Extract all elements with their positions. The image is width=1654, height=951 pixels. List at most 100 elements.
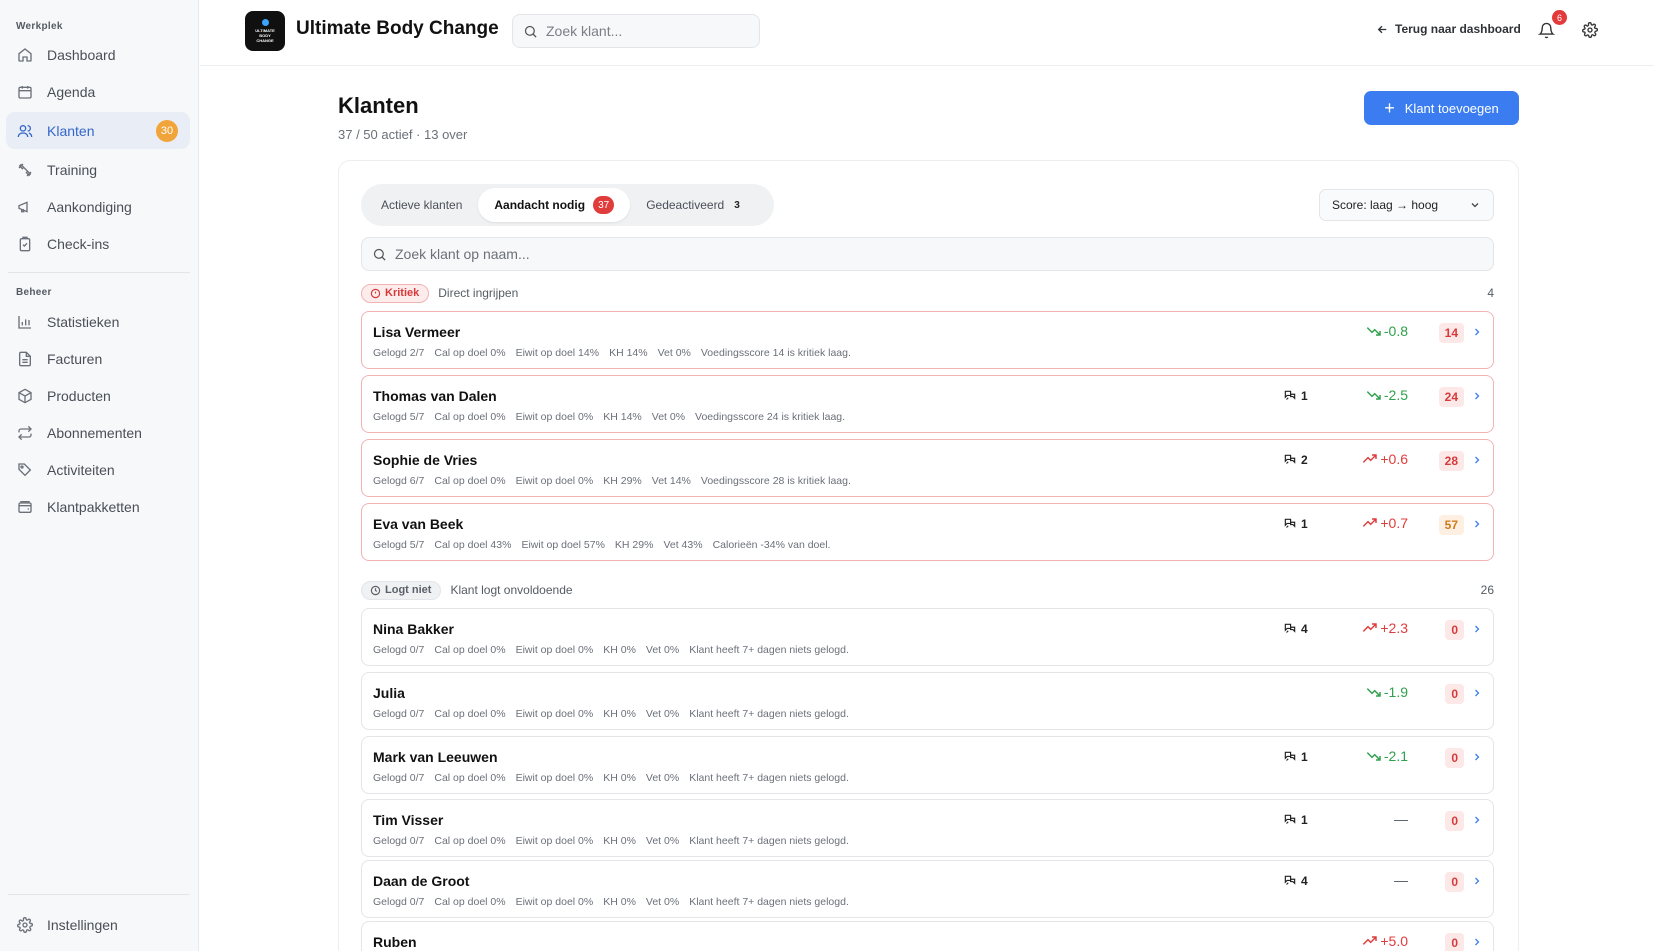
sidebar-item-training[interactable]: Training [6, 151, 190, 188]
client-name-search-input[interactable] [395, 246, 1295, 262]
client-row[interactable]: Ruben +5.0 0 [361, 921, 1494, 951]
klanten-count-badge: 30 [156, 120, 178, 142]
chevron-right-icon [1471, 390, 1483, 402]
sidebar-item-abonnementen[interactable]: Abonnementen [6, 414, 190, 451]
group-badge-kritiek: Kritiek [361, 283, 430, 303]
client-messages: 1 [1283, 389, 1308, 403]
top-search[interactable] [512, 14, 760, 48]
client-meta-kh: KH 14% [603, 411, 642, 423]
sidebar-item-agenda[interactable]: Agenda [6, 73, 190, 110]
messages-icon [1283, 453, 1301, 467]
file-text-icon [17, 351, 33, 367]
tab-aandacht-nodig[interactable]: Aandacht nodig 37 [478, 188, 631, 222]
list-search[interactable] [361, 237, 1494, 271]
sidebar-item-activiteiten[interactable]: Activiteiten [6, 451, 190, 488]
settings-gear-icon[interactable] [1582, 22, 1598, 38]
client-meta-eiwit: Eiwit op doel 14% [515, 347, 600, 359]
sidebar-item-dashboard[interactable]: Dashboard [6, 36, 190, 73]
score-badge: 28 [1438, 451, 1464, 471]
sidebar-item-klantpakketten[interactable]: Klantpakketten [6, 488, 190, 525]
trend-value: -1.9 [1383, 684, 1408, 700]
client-meta-vet: Vet 0% [645, 708, 680, 720]
client-row[interactable]: Thomas van Dalen Gelogd 5/7 Cal op doel 0%… [361, 375, 1494, 433]
client-meta-kh: KH 29% [614, 539, 654, 551]
users-icon [17, 123, 33, 139]
sidebar-item-producten[interactable]: Producten [6, 377, 190, 414]
trend-value: — [1394, 872, 1408, 888]
message-count: 1 [1301, 813, 1308, 827]
trend-value: +0.6 [1380, 451, 1408, 467]
client-meta-eiwit: Eiwit op doel 0% [515, 772, 594, 784]
client-search-input[interactable] [546, 23, 746, 39]
score-badge: 24 [1438, 387, 1464, 407]
client-meta-cal: Cal op doel 43% [434, 539, 512, 551]
weight-trend: +0.7 [1362, 515, 1408, 531]
tab-actieve-klanten[interactable]: Actieve klanten [365, 188, 478, 222]
add-client-button[interactable]: + Klant toevoegen [1364, 91, 1519, 125]
chevron-right-icon [1471, 454, 1483, 466]
chevron-right-icon [1471, 326, 1483, 338]
client-row[interactable]: Daan de Groot Gelogd 0/7 Cal op doel 0% Eiw… [361, 860, 1494, 918]
sidebar-item-check-ins[interactable]: Check-ins [6, 225, 190, 262]
group-description: Klant logt onvoldoende [450, 583, 573, 597]
tab-gedeactiveerd[interactable]: Gedeactiveerd 3 [630, 188, 756, 222]
client-name: Tim Visser [373, 812, 444, 828]
client-meta-note: Calorieën -34% van doel. [712, 539, 831, 551]
trend-value: -2.1 [1383, 748, 1408, 764]
sidebar-item-label: Klantpakketten [47, 498, 140, 515]
client-name: Daan de Groot [373, 873, 470, 889]
client-row[interactable]: Sophie de Vries Gelogd 6/7 Cal op doel 0% E… [361, 439, 1494, 497]
sidebar-item-label: Agenda [47, 83, 96, 100]
client-row[interactable]: Julia Gelogd 0/7 Cal op doel 0% Eiwit op do… [361, 672, 1494, 730]
client-meta-kh: KH 0% [603, 644, 636, 656]
weight-trend: -1.9 [1366, 684, 1408, 700]
wallet-icon [17, 499, 33, 515]
client-row[interactable]: Tim Visser Gelogd 0/7 Cal op doel 0% Eiwit … [361, 799, 1494, 857]
client-row[interactable]: Mark van Leeuwen Gelogd 0/7 Cal op doel 0%… [361, 736, 1494, 794]
tab-label: Gedeactiveerd [646, 198, 725, 212]
sidebar-item-facturen[interactable]: Facturen [6, 340, 190, 377]
group-badge-logt-niet: Logt niet [361, 580, 442, 600]
sidebar-item-statistieken[interactable]: Statistieken [6, 303, 190, 340]
client-row[interactable]: Eva van Beek Gelogd 5/7 Cal op doel 43% Eiw… [361, 503, 1494, 561]
client-meta-eiwit: Eiwit op doel 0% [515, 411, 594, 423]
add-client-label: Klant toevoegen [1404, 100, 1499, 116]
trend-up-icon [1362, 935, 1380, 947]
score-badge: 57 [1438, 515, 1464, 535]
sidebar-item-label: Abonnementen [47, 424, 142, 441]
client-row[interactable]: Lisa Vermeer Gelogd 2/7 Cal op doel 0% Eiwi… [361, 311, 1494, 369]
client-row[interactable]: Nina Bakker Gelogd 0/7 Cal op doel 0% Eiwit… [361, 608, 1494, 666]
repeat-icon [17, 425, 33, 441]
client-meta-cal: Cal op doel 0% [434, 644, 506, 656]
score-badge: 0 [1445, 620, 1464, 640]
client-meta: Gelogd 0/7 Cal op doel 0% Eiwit op doel 0%… [373, 896, 859, 908]
tab-label: Actieve klanten [381, 198, 463, 212]
chevron-right-icon [1471, 623, 1483, 635]
client-meta-kh: KH 0% [603, 772, 636, 784]
client-meta-cal: Cal op doel 0% [434, 835, 506, 847]
sidebar-item-label: Training [47, 161, 98, 178]
sort-select[interactable]: Score: laag → hoog [1319, 189, 1494, 221]
sidebar-section-werkplek: Werkplek [16, 21, 63, 32]
sidebar-item-aankondiging[interactable]: Aankondiging [6, 188, 190, 225]
weight-trend: +2.3 [1362, 620, 1408, 636]
back-to-dashboard-link[interactable]: Terug naar dashboard [1376, 22, 1521, 36]
client-meta-kh: KH 0% [603, 896, 636, 908]
search-icon [372, 247, 387, 262]
client-meta-note: Klant heeft 7+ dagen niets gelogd. [689, 772, 849, 784]
sidebar-section-beheer: Beheer [16, 287, 52, 298]
sidebar-item-label: Activiteiten [47, 461, 115, 478]
client-messages: 1 [1283, 517, 1308, 531]
sidebar-item-klanten[interactable]: Klanten 30 [6, 112, 190, 149]
bell-icon[interactable] [1538, 22, 1555, 39]
client-meta-cal: Cal op doel 0% [434, 772, 506, 784]
notification-count-badge: 6 [1552, 10, 1567, 25]
client-meta-vet: Vet 0% [651, 411, 686, 423]
chevron-right-icon [1471, 814, 1483, 826]
client-meta: Gelogd 6/7 Cal op doel 0% Eiwit op doel 0%… [373, 475, 861, 487]
sidebar-item-instellingen[interactable]: Instellingen [6, 906, 190, 943]
sidebar-item-label: Statistieken [47, 313, 120, 330]
client-meta: Gelogd 0/7 Cal op doel 0% Eiwit op doel 0%… [373, 644, 859, 656]
trend-down-icon [1366, 686, 1384, 698]
client-name: Sophie de Vries [373, 452, 478, 468]
